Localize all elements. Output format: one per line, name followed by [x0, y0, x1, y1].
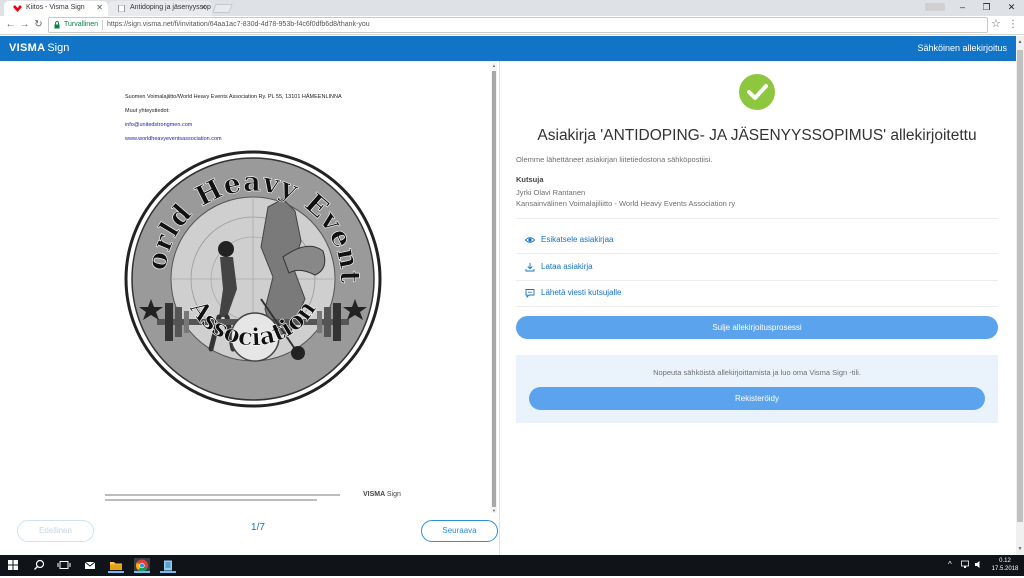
inviter-organization: Kansainvälinen Voimalajiliitto - World H… — [516, 199, 736, 208]
document-scrollbar[interactable]: ▲ ▼ — [491, 63, 497, 513]
download-document-link[interactable]: Lataa asiakirja — [516, 255, 998, 279]
scroll-up-icon[interactable]: ▲ — [1016, 39, 1024, 45]
doc-scroll-up-icon[interactable]: ▲ — [491, 63, 497, 68]
doc-email-link: info@unitedstrongmen.com — [125, 122, 193, 128]
browser-toolbar: ← → ↻ Turvallinen https://sign.visma.net… — [0, 16, 1024, 35]
file-explorer-icon[interactable] — [108, 558, 124, 573]
tab-kiitos-visma-sign[interactable]: Kiitos - Visma Sign ✕ — [4, 1, 108, 16]
register-button[interactable]: Rekisteröidy — [529, 387, 985, 410]
chrome-icon[interactable] — [134, 558, 150, 573]
brand-sign: Sign — [47, 42, 70, 54]
forward-arrow-icon[interactable]: → — [18, 18, 31, 31]
action-label: Lähetä viesti kutsujalle — [541, 288, 622, 297]
bookmark-star-icon[interactable]: ☆ — [991, 18, 1001, 31]
url-text[interactable]: https://sign.visma.net/fi/invitation/64a… — [107, 18, 370, 32]
tab-close-icon[interactable]: ✕ — [96, 1, 103, 15]
browser-tab-strip: Kiitos - Visma Sign ✕ Antidoping ja jäse… — [0, 0, 1024, 16]
page-counter: 1/7 — [251, 522, 265, 533]
doc-brand-visma: VISMA — [363, 491, 385, 498]
doc-visma-sign-mark: VISMA Sign — [363, 491, 401, 498]
sent-notice: Olemme lähettäneet asiakirjan liitetiedo… — [516, 155, 713, 164]
document-page: Suomen Voimalajiitto/World Heavy Events … — [10, 63, 490, 513]
scroll-down-icon[interactable]: ▼ — [1016, 546, 1024, 552]
running-indicator — [160, 571, 176, 573]
secure-label: Turvallinen — [64, 21, 98, 28]
doc-scroll-thumb[interactable] — [492, 71, 496, 507]
task-view-icon[interactable] — [56, 558, 72, 573]
network-icon[interactable] — [961, 560, 970, 571]
mail-icon[interactable] — [82, 558, 98, 573]
omnibox-separator — [102, 20, 103, 30]
page-scrollbar[interactable]: ▲ ▼ — [1016, 36, 1024, 555]
tray-overflow-icon[interactable]: ^ — [948, 560, 952, 569]
inviter-label: Kutsuja — [516, 175, 544, 184]
document-favicon-icon — [118, 5, 125, 12]
register-promo-text: Nopeuta sähköistä allekirjoittamista ja … — [653, 368, 861, 377]
volume-icon[interactable] — [974, 560, 983, 571]
message-inviter-link[interactable]: Lähetä viesti kutsujalle — [516, 281, 998, 305]
browser-menu-icon[interactable]: ⋮ — [1008, 18, 1018, 31]
address-bar[interactable]: Turvallinen https://sign.visma.net/fi/in… — [48, 17, 988, 33]
search-icon[interactable] — [31, 558, 47, 573]
running-indicator — [134, 571, 150, 573]
windows-start-icon[interactable] — [5, 558, 21, 573]
back-arrow-icon[interactable]: ← — [4, 18, 17, 31]
page-scroll-thumb[interactable] — [1017, 50, 1023, 522]
doc-signature-footer — [105, 494, 340, 503]
brand-visma: VISMA — [9, 42, 46, 54]
lock-icon — [54, 21, 60, 29]
document-preview-panel: Suomen Voimalajiitto/World Heavy Events … — [0, 61, 499, 555]
minimize-button[interactable]: – — [950, 0, 975, 16]
doc-scroll-down-icon[interactable]: ▼ — [491, 508, 497, 513]
clock-time: 0.12 — [999, 558, 1011, 564]
windows-taskbar: ^ 0.12 17.5.2018 — [0, 555, 1024, 576]
register-promo: Nopeuta sähköistä allekirjoittamista ja … — [516, 355, 998, 423]
visma-sign-logo[interactable]: VISMA Sign — [9, 41, 69, 55]
divider — [516, 306, 998, 307]
tab-title: Antidoping ja jäsenyyssop — [130, 4, 211, 11]
next-page-button[interactable]: Seuraava — [421, 520, 498, 542]
doc-contacts-label: Muut yhteystiedot: — [125, 108, 170, 114]
inviter-name: Jyrki Olavi Rantanen — [516, 188, 586, 197]
reload-icon[interactable]: ↻ — [32, 18, 45, 31]
close-window-button[interactable]: ✕ — [999, 0, 1024, 16]
preview-document-link[interactable]: Esikatsele asiakirjaa — [516, 228, 998, 252]
new-tab-button[interactable] — [212, 4, 233, 13]
tab-antidoping[interactable]: Antidoping ja jäsenyyssop ✕ — [108, 1, 212, 16]
maximize-button[interactable]: ❐ — [974, 0, 999, 16]
signed-title: Asiakirja 'ANTIDOPING- JA JÄSENYYSSOPIMU… — [537, 127, 977, 144]
header-title: Sähköinen allekirjoitus — [917, 43, 1007, 53]
running-indicator — [108, 571, 124, 573]
doc-address-line: Suomen Voimalajiitto/World Heavy Events … — [125, 94, 342, 100]
tab-close-icon[interactable]: ✕ — [200, 1, 207, 15]
divider — [516, 218, 998, 219]
clock-date: 17.5.2018 — [991, 566, 1019, 572]
previous-page-button[interactable]: Edellinen — [17, 520, 94, 542]
download-icon — [525, 263, 535, 272]
doc-brand-sign: Sign — [386, 491, 401, 498]
app-header: VISMA Sign Sähköinen allekirjoitus — [0, 36, 1016, 61]
close-signing-process-button[interactable]: Sulje allekirjoitusprosessi — [516, 316, 998, 339]
notepad-app-icon[interactable] — [160, 558, 176, 573]
tab-title: Kiitos - Visma Sign — [26, 4, 85, 11]
divider — [516, 253, 998, 254]
success-check-icon — [739, 74, 775, 110]
system-clock[interactable]: 0.12 17.5.2018 — [990, 557, 1020, 573]
action-label: Lataa asiakirja — [541, 262, 593, 271]
whea-logo: World Heavy Events Association — [123, 149, 382, 408]
action-label: Esikatsele asiakirjaa — [541, 235, 614, 244]
profile-button[interactable] — [925, 3, 945, 11]
message-icon — [525, 289, 535, 298]
eye-icon — [525, 237, 535, 243]
visma-favicon-icon — [13, 5, 22, 12]
signing-result-panel: Asiakirja 'ANTIDOPING- JA JÄSENYYSSOPIMU… — [500, 61, 1016, 555]
doc-website-link: www.worldheavyeventsassociation.com — [125, 136, 222, 142]
